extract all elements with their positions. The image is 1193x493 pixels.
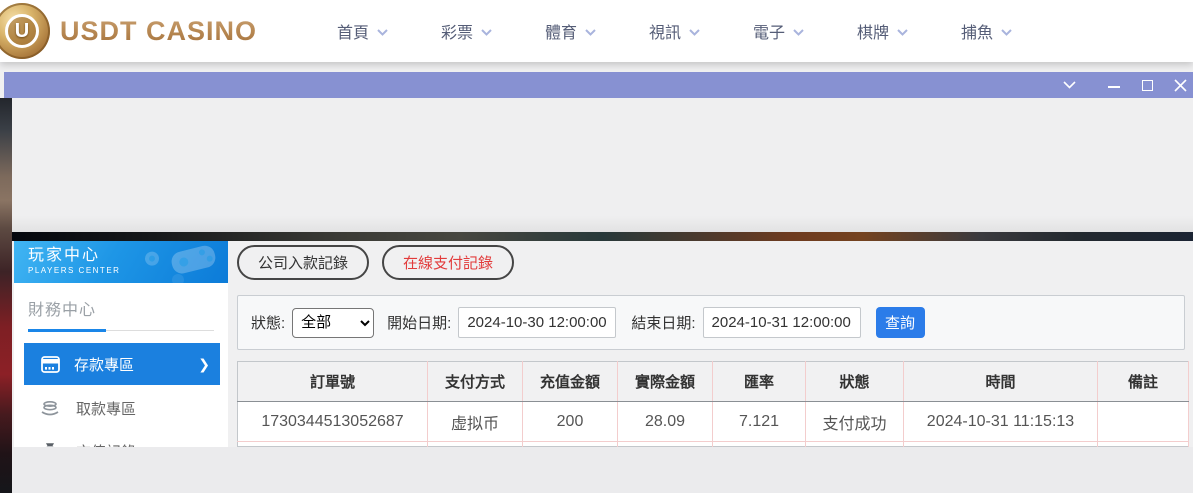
cell-exchange-rate: 7.121 <box>713 402 806 442</box>
end-date-input[interactable] <box>703 307 861 338</box>
main-nav: 首頁 彩票 體育 視訊 電子 棋牌 捕魚 <box>319 19 1047 43</box>
header-payment-method: 支付方式 <box>428 362 523 402</box>
nav-label: 彩票 <box>441 19 473 43</box>
table-row-partial <box>238 442 1189 447</box>
cell-remark <box>1098 402 1189 442</box>
nav-label: 棋牌 <box>857 19 889 43</box>
site-header: U USDT CASINO 首頁 彩票 體育 視訊 電子 棋牌 捕魚 <box>0 0 1193 62</box>
cell-payment-method: 虚拟币 <box>428 402 523 442</box>
status-select[interactable]: 全部 <box>292 308 374 338</box>
close-icon[interactable] <box>1173 78 1187 92</box>
header-exchange-rate: 匯率 <box>713 362 806 402</box>
sidebar-menu: 存款專區 ❯ 取款專區 $ 充值記錄 <box>14 343 228 447</box>
sidebar-item-withdraw[interactable]: 取款專區 <box>14 388 228 428</box>
header-recharge-amount: 充值金額 <box>523 362 618 402</box>
record-tabs: 公司入款記錄 在線支付記錄 <box>237 241 1188 280</box>
search-button[interactable]: 查詢 <box>876 307 925 338</box>
nav-item-live[interactable]: 視訊 <box>631 19 735 43</box>
nav-item-slots[interactable]: 電子 <box>735 19 839 43</box>
sidebar-item-label: 取款專區 <box>76 398 136 419</box>
finance-section-underline <box>28 329 214 332</box>
chevron-down-icon <box>688 28 701 37</box>
header-actual-amount: 實際金額 <box>618 362 713 402</box>
background-photo-edge <box>0 98 12 493</box>
cell-status: 支付成功 <box>806 402 904 442</box>
nav-label: 電子 <box>753 19 785 43</box>
nav-label: 視訊 <box>649 19 681 43</box>
finance-section-title: 財務中心 <box>28 296 214 320</box>
cell-actual-amount: 28.09 <box>618 402 713 442</box>
sidebar-item-label: 存款專區 <box>74 354 134 375</box>
modal-titlebar <box>4 72 1193 98</box>
chevron-down-icon <box>376 28 389 37</box>
nav-label: 首頁 <box>337 19 369 43</box>
background-image-strip <box>12 232 1193 241</box>
brand-name: USDT CASINO <box>60 16 257 47</box>
finance-section: 財務中心 <box>14 283 228 332</box>
records-main-area: 公司入款記錄 在線支付記錄 狀態: 全部 開始日期: 結束日期: 查詢 訂單號 … <box>237 241 1188 447</box>
start-date-label: 開始日期: <box>387 312 451 333</box>
page-bottom <box>12 447 1193 493</box>
minimize-icon[interactable] <box>1107 78 1121 92</box>
sidebar-item-recharge-record[interactable]: $ 充值記錄 <box>14 431 228 447</box>
withdraw-hand-icon <box>40 400 60 416</box>
header-time: 時間 <box>904 362 1098 402</box>
nav-item-home[interactable]: 首頁 <box>319 19 423 43</box>
filter-bar: 狀態: 全部 開始日期: 結束日期: 查詢 <box>237 295 1185 350</box>
brand-logo[interactable]: U USDT CASINO <box>0 3 257 59</box>
chevron-down-icon <box>584 28 597 37</box>
chevron-down-icon <box>792 28 805 37</box>
players-center-header: 玩家中心 PLAYERS CENTER <box>14 241 228 283</box>
header-order-number: 訂單號 <box>238 362 428 402</box>
end-date-label: 結束日期: <box>631 312 695 333</box>
modal-content: 玩家中心 PLAYERS CENTER 財務中心 <box>12 98 1193 493</box>
table-header-row: 訂單號 支付方式 充值金額 實際金額 匯率 狀態 時間 備註 <box>238 362 1189 402</box>
start-date-input[interactable] <box>458 307 616 338</box>
nav-item-lottery[interactable]: 彩票 <box>423 19 527 43</box>
cell-time: 2024-10-31 11:15:13 <box>904 402 1098 442</box>
collapse-chevron-icon[interactable] <box>1062 78 1076 92</box>
nav-item-cards[interactable]: 棋牌 <box>839 19 943 43</box>
header-status: 狀態 <box>806 362 904 402</box>
table-row: 1730344513052687 虚拟币 200 28.09 7.121 支付成… <box>238 402 1189 442</box>
deposit-card-icon <box>40 356 60 373</box>
logo-letter: U <box>15 21 29 41</box>
nav-item-fishing[interactable]: 捕魚 <box>943 19 1047 43</box>
chevron-down-icon <box>896 28 909 37</box>
header-remark: 備註 <box>1098 362 1189 402</box>
players-center-sidebar: 玩家中心 PLAYERS CENTER 財務中心 <box>14 241 228 447</box>
status-label: 狀態: <box>251 312 285 333</box>
payment-records-table: 訂單號 支付方式 充值金額 實際金額 匯率 狀態 時間 備註 173034451… <box>237 361 1189 447</box>
chevron-down-icon <box>1000 28 1013 37</box>
chevron-right-icon: ❯ <box>198 356 210 373</box>
tab-online-payment-record[interactable]: 在線支付記錄 <box>382 245 514 280</box>
nav-label: 體育 <box>545 19 577 43</box>
gamepad-icon <box>144 243 222 283</box>
sidebar-item-deposit[interactable]: 存款專區 ❯ <box>24 343 220 385</box>
nav-label: 捕魚 <box>961 19 993 43</box>
nav-item-sports[interactable]: 體育 <box>527 19 631 43</box>
tab-company-deposit-record[interactable]: 公司入款記錄 <box>237 245 369 280</box>
cell-order-number: 1730344513052687 <box>238 402 428 442</box>
cell-recharge-amount: 200 <box>523 402 618 442</box>
modal-blank-area <box>12 98 1193 232</box>
maximize-icon[interactable] <box>1140 78 1154 92</box>
logo-ball-icon: U <box>0 3 50 59</box>
chevron-down-icon <box>480 28 493 37</box>
